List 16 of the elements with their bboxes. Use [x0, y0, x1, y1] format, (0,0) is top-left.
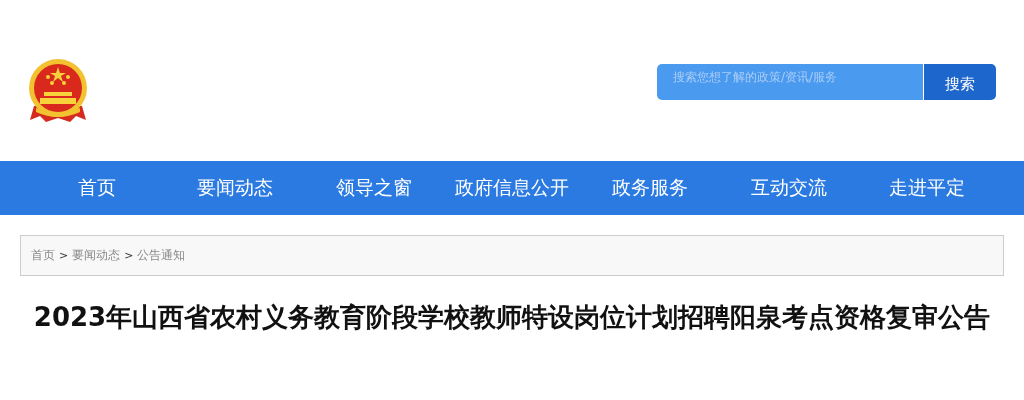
nav-link[interactable]: 走进平定	[857, 161, 996, 215]
search-button[interactable]: 搜索	[924, 64, 996, 100]
nav-link[interactable]: 互动交流	[719, 161, 858, 215]
nav-link[interactable]: 政务服务	[581, 161, 720, 215]
nav-link[interactable]: 要闻动态	[166, 161, 305, 215]
breadcrumb-link[interactable]: 首页	[31, 247, 55, 264]
breadcrumb-separator: >	[59, 249, 69, 262]
article-title: 2023年山西省农村义务教育阶段学校教师特设岗位计划招聘阳泉考点资格复审公告	[32, 301, 992, 334]
breadcrumb-link[interactable]: 要闻动态	[72, 247, 121, 264]
national-emblem-icon	[26, 58, 90, 124]
breadcrumb-separator: >	[124, 249, 134, 262]
search-field[interactable]: 搜索您想了解的政策/资讯/服务	[657, 64, 923, 100]
nav-link[interactable]: 首页	[28, 161, 167, 215]
nav-link[interactable]: 政府信息公开	[442, 161, 582, 215]
nav-link[interactable]: 领导之窗	[304, 161, 443, 215]
breadcrumb-link[interactable]: 公告通知	[137, 247, 186, 264]
